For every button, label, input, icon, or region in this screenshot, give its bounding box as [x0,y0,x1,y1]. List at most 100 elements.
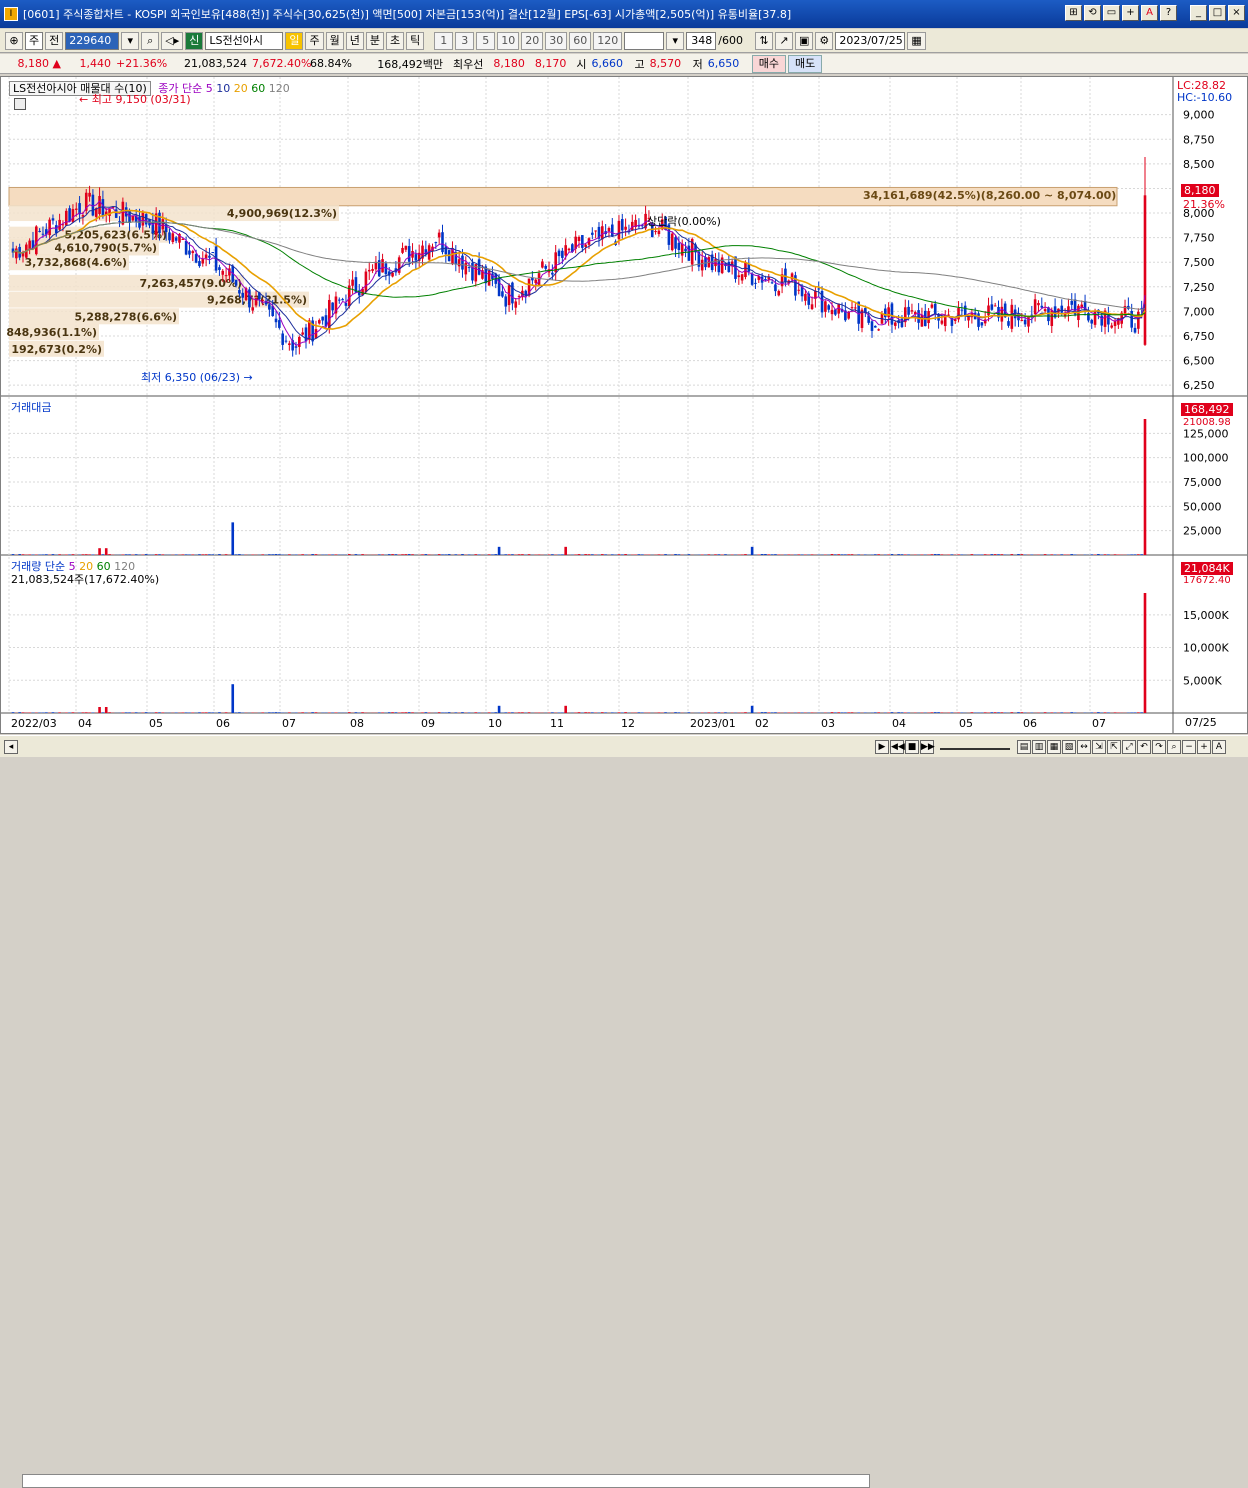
zoom-in-icon[interactable]: + [1197,740,1211,754]
buy-button[interactable]: 매수 [752,55,786,73]
arrows-icon[interactable]: ↔ [1077,740,1091,754]
amount-bar [1117,554,1120,555]
candle-body [581,235,584,248]
refresh-icon[interactable]: ⟲ [1084,5,1101,21]
volume-bar [611,712,614,713]
tab-tick[interactable]: 틱 [406,32,424,50]
tile-icon[interactable]: ⊞ [1065,5,1082,21]
minute-10-button[interactable]: 10 [497,32,519,50]
font-icon[interactable]: A [1141,5,1158,21]
expand-icon[interactable]: ⇲ [1092,740,1106,754]
shrink-icon[interactable]: ⇱ [1107,740,1121,754]
week-select[interactable]: 주 [25,32,43,50]
lock-icon[interactable]: ⊕ [5,32,23,50]
fit-icon[interactable]: ⤢ [1122,740,1136,754]
candle-body [55,225,58,233]
minute-5-button[interactable]: 5 [476,32,495,50]
close-button[interactable]: × [1228,5,1245,21]
undo-icon[interactable]: ↶ [1137,740,1151,754]
play-icon[interactable]: ▶ [875,740,889,754]
candle-body [674,237,677,248]
stock-name-field[interactable]: LS전선아시 [205,32,283,50]
stock-code-input[interactable]: 229640 [65,32,119,50]
zoom-out-icon[interactable]: − [1182,740,1196,754]
search-icon[interactable]: ⌕ [141,32,159,50]
amount-bar [787,554,790,555]
candle-body [351,280,354,286]
amount-bar [145,554,148,555]
calendar-icon[interactable]: ▦ [907,32,925,50]
save-icon[interactable]: ▣ [795,32,813,50]
layout3-icon[interactable]: ▦ [1047,740,1061,754]
chart-area[interactable]: 4,900,969(12.3%)5,205,623(6.5%)4,610,790… [0,76,1248,734]
minute-3-button[interactable]: 3 [455,32,474,50]
amount-bar [45,554,48,555]
stop-icon[interactable]: ■ [905,740,919,754]
data-count-input[interactable]: 348 [686,32,716,50]
prev-icon[interactable]: ◀◀ [890,740,904,754]
minute-1-button[interactable]: 1 [434,32,453,50]
amount-bar [511,554,514,555]
dropdown-icon[interactable]: ▾ [121,32,139,50]
amount-bar [275,554,278,555]
chart-tool-icon[interactable]: ⇅ [755,32,773,50]
settings-icon[interactable]: ⚙ [815,32,833,50]
scroll-left-icon[interactable]: ◂ [4,740,18,754]
minimize-button[interactable]: _ [1190,5,1207,21]
trend-tool-icon[interactable]: ↗ [775,32,793,50]
layout2-icon[interactable]: ▥ [1032,740,1046,754]
minute-30-button[interactable]: 30 [545,32,567,50]
minute-120-button[interactable]: 120 [593,32,622,50]
speed-slider[interactable] [940,740,1010,750]
maximize-button[interactable]: □ [1209,5,1226,21]
volume-bar [638,712,641,713]
tab-day[interactable]: 일 [285,32,303,50]
amount-bar [491,554,494,555]
volume-bar [128,712,131,713]
period-dropdown-icon[interactable]: ▾ [666,32,684,50]
layout4-icon[interactable]: ▧ [1062,740,1076,754]
minute-60-button[interactable]: 60 [569,32,591,50]
horizontal-scrollbar[interactable] [22,1474,870,1488]
layout1-icon[interactable]: ▤ [1017,740,1031,754]
table-view-icon[interactable] [14,98,26,110]
prev-button[interactable]: 전 [45,32,63,50]
amount-bar [994,554,997,555]
minute-20-button[interactable]: 20 [521,32,543,50]
tab-second[interactable]: 초 [386,32,404,50]
candle-body [401,248,404,253]
amount-bar [82,554,85,555]
candle-body [298,337,301,347]
volume-bar [218,712,221,713]
date-input[interactable]: 2023/07/25 [835,32,905,50]
redo-icon[interactable]: ↷ [1152,740,1166,754]
tab-month[interactable]: 월 [326,32,344,50]
amount-bar [98,548,101,555]
volume-profile-label: 4,610,790(5.7%) [55,241,158,254]
speaker-icon[interactable]: ◁▸ [161,32,183,50]
candle-body [221,271,224,275]
add-icon[interactable]: + [1122,5,1139,21]
period-custom-input[interactable] [624,32,664,50]
amount-bar [155,554,158,555]
tab-minute[interactable]: 분 [366,32,384,50]
candle-body [238,290,241,293]
candle-body [371,269,374,271]
restore-icon[interactable]: ▭ [1103,5,1120,21]
zoom-icon[interactable]: ⌕ [1167,740,1181,754]
volume-bar [994,712,997,713]
volume-bar [831,712,834,713]
chart-canvas[interactable]: 4,900,969(12.3%)5,205,623(6.5%)4,610,790… [1,77,1247,733]
next-icon[interactable]: ▶▶ [920,740,934,754]
candle-body [1060,306,1063,313]
amount-bar [301,554,304,555]
sell-button[interactable]: 매도 [788,55,822,73]
candle-body [132,216,135,221]
help-icon[interactable]: ? [1160,5,1177,21]
amount-bar [408,554,411,555]
volume-bar [624,712,627,713]
text-icon[interactable]: A [1212,740,1226,754]
tab-year[interactable]: 년 [346,32,364,50]
candle-body [941,321,944,324]
tab-week[interactable]: 주 [305,32,323,50]
